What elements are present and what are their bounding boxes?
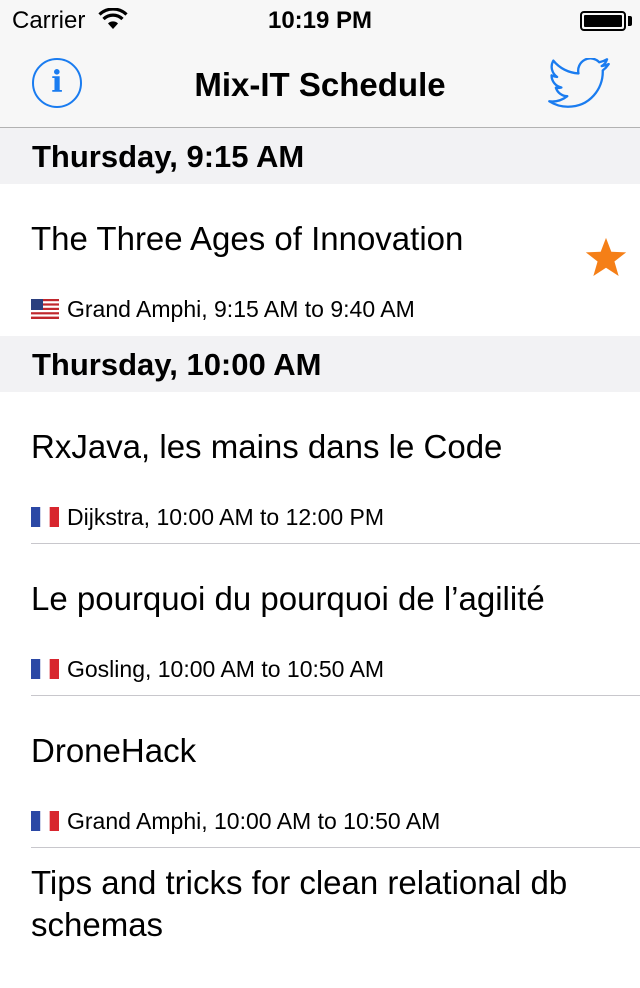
- fr-flag-icon: [31, 811, 59, 831]
- fr-flag-icon: [31, 659, 59, 679]
- session-location-time: Grand Amphi, 9:15 AM to 9:40 AM: [67, 295, 415, 322]
- session-title: Le pourquoi du pourquoi de l’agilité: [31, 580, 545, 617]
- session-location-time: Grand Amphi, 10:00 AM to 10:50 AM: [67, 807, 441, 834]
- status-bar: Carrier 10:19 PM: [0, 0, 640, 40]
- session-row[interactable]: RxJava, les mains dans le Code Dijkstra,…: [0, 392, 640, 544]
- schedule-list: Thursday, 9:15 AM The Three Ages of Inno…: [0, 128, 640, 988]
- session-row[interactable]: Tips and tricks for clean relational db …: [0, 848, 640, 988]
- session-details: Dijkstra, 10:00 AM to 12:00 PM: [31, 468, 640, 532]
- session-row[interactable]: DroneHack Grand Amphi, 10:00 AM to 10:50…: [0, 696, 640, 848]
- us-flag-icon: [31, 299, 59, 319]
- twitter-button[interactable]: [548, 58, 610, 110]
- navigation-bar: i Mix-IT Schedule: [0, 40, 640, 128]
- status-time: 10:19 PM: [267, 7, 373, 34]
- session-location-time: Gosling, 10:00 AM to 10:50 AM: [67, 655, 385, 682]
- session-details: Grand Amphi, 10:00 AM to 10:50 AM: [31, 772, 640, 836]
- session-row[interactable]: The Three Ages of Innovation Grand Amphi…: [0, 184, 640, 336]
- twitter-icon: [548, 58, 610, 108]
- session-row[interactable]: Le pourquoi du pourquoi de l’agilité Gos…: [0, 544, 640, 696]
- session-details: Gosling, 10:00 AM to 10:50 AM: [31, 620, 640, 684]
- session-title: Tips and tricks for clean relational db …: [31, 864, 568, 943]
- session-details: Grand Amphi, 9:15 AM to 9:40 AM: [31, 260, 640, 324]
- page-title: Mix-IT Schedule: [194, 66, 446, 103]
- section-header: Thursday, 9:15 AM: [0, 128, 640, 184]
- fr-flag-icon: [31, 507, 59, 527]
- session-location-time: Dijkstra, 10:00 AM to 12:00 PM: [67, 503, 385, 530]
- section-header: Thursday, 10:00 AM: [0, 336, 640, 392]
- battery-icon: [580, 11, 626, 31]
- session-title: RxJava, les mains dans le Code: [31, 428, 503, 465]
- battery-tip: [628, 16, 632, 26]
- favorite-star-icon[interactable]: [584, 236, 628, 280]
- session-title: DroneHack: [31, 732, 197, 769]
- session-title: The Three Ages of Innovation: [31, 220, 464, 257]
